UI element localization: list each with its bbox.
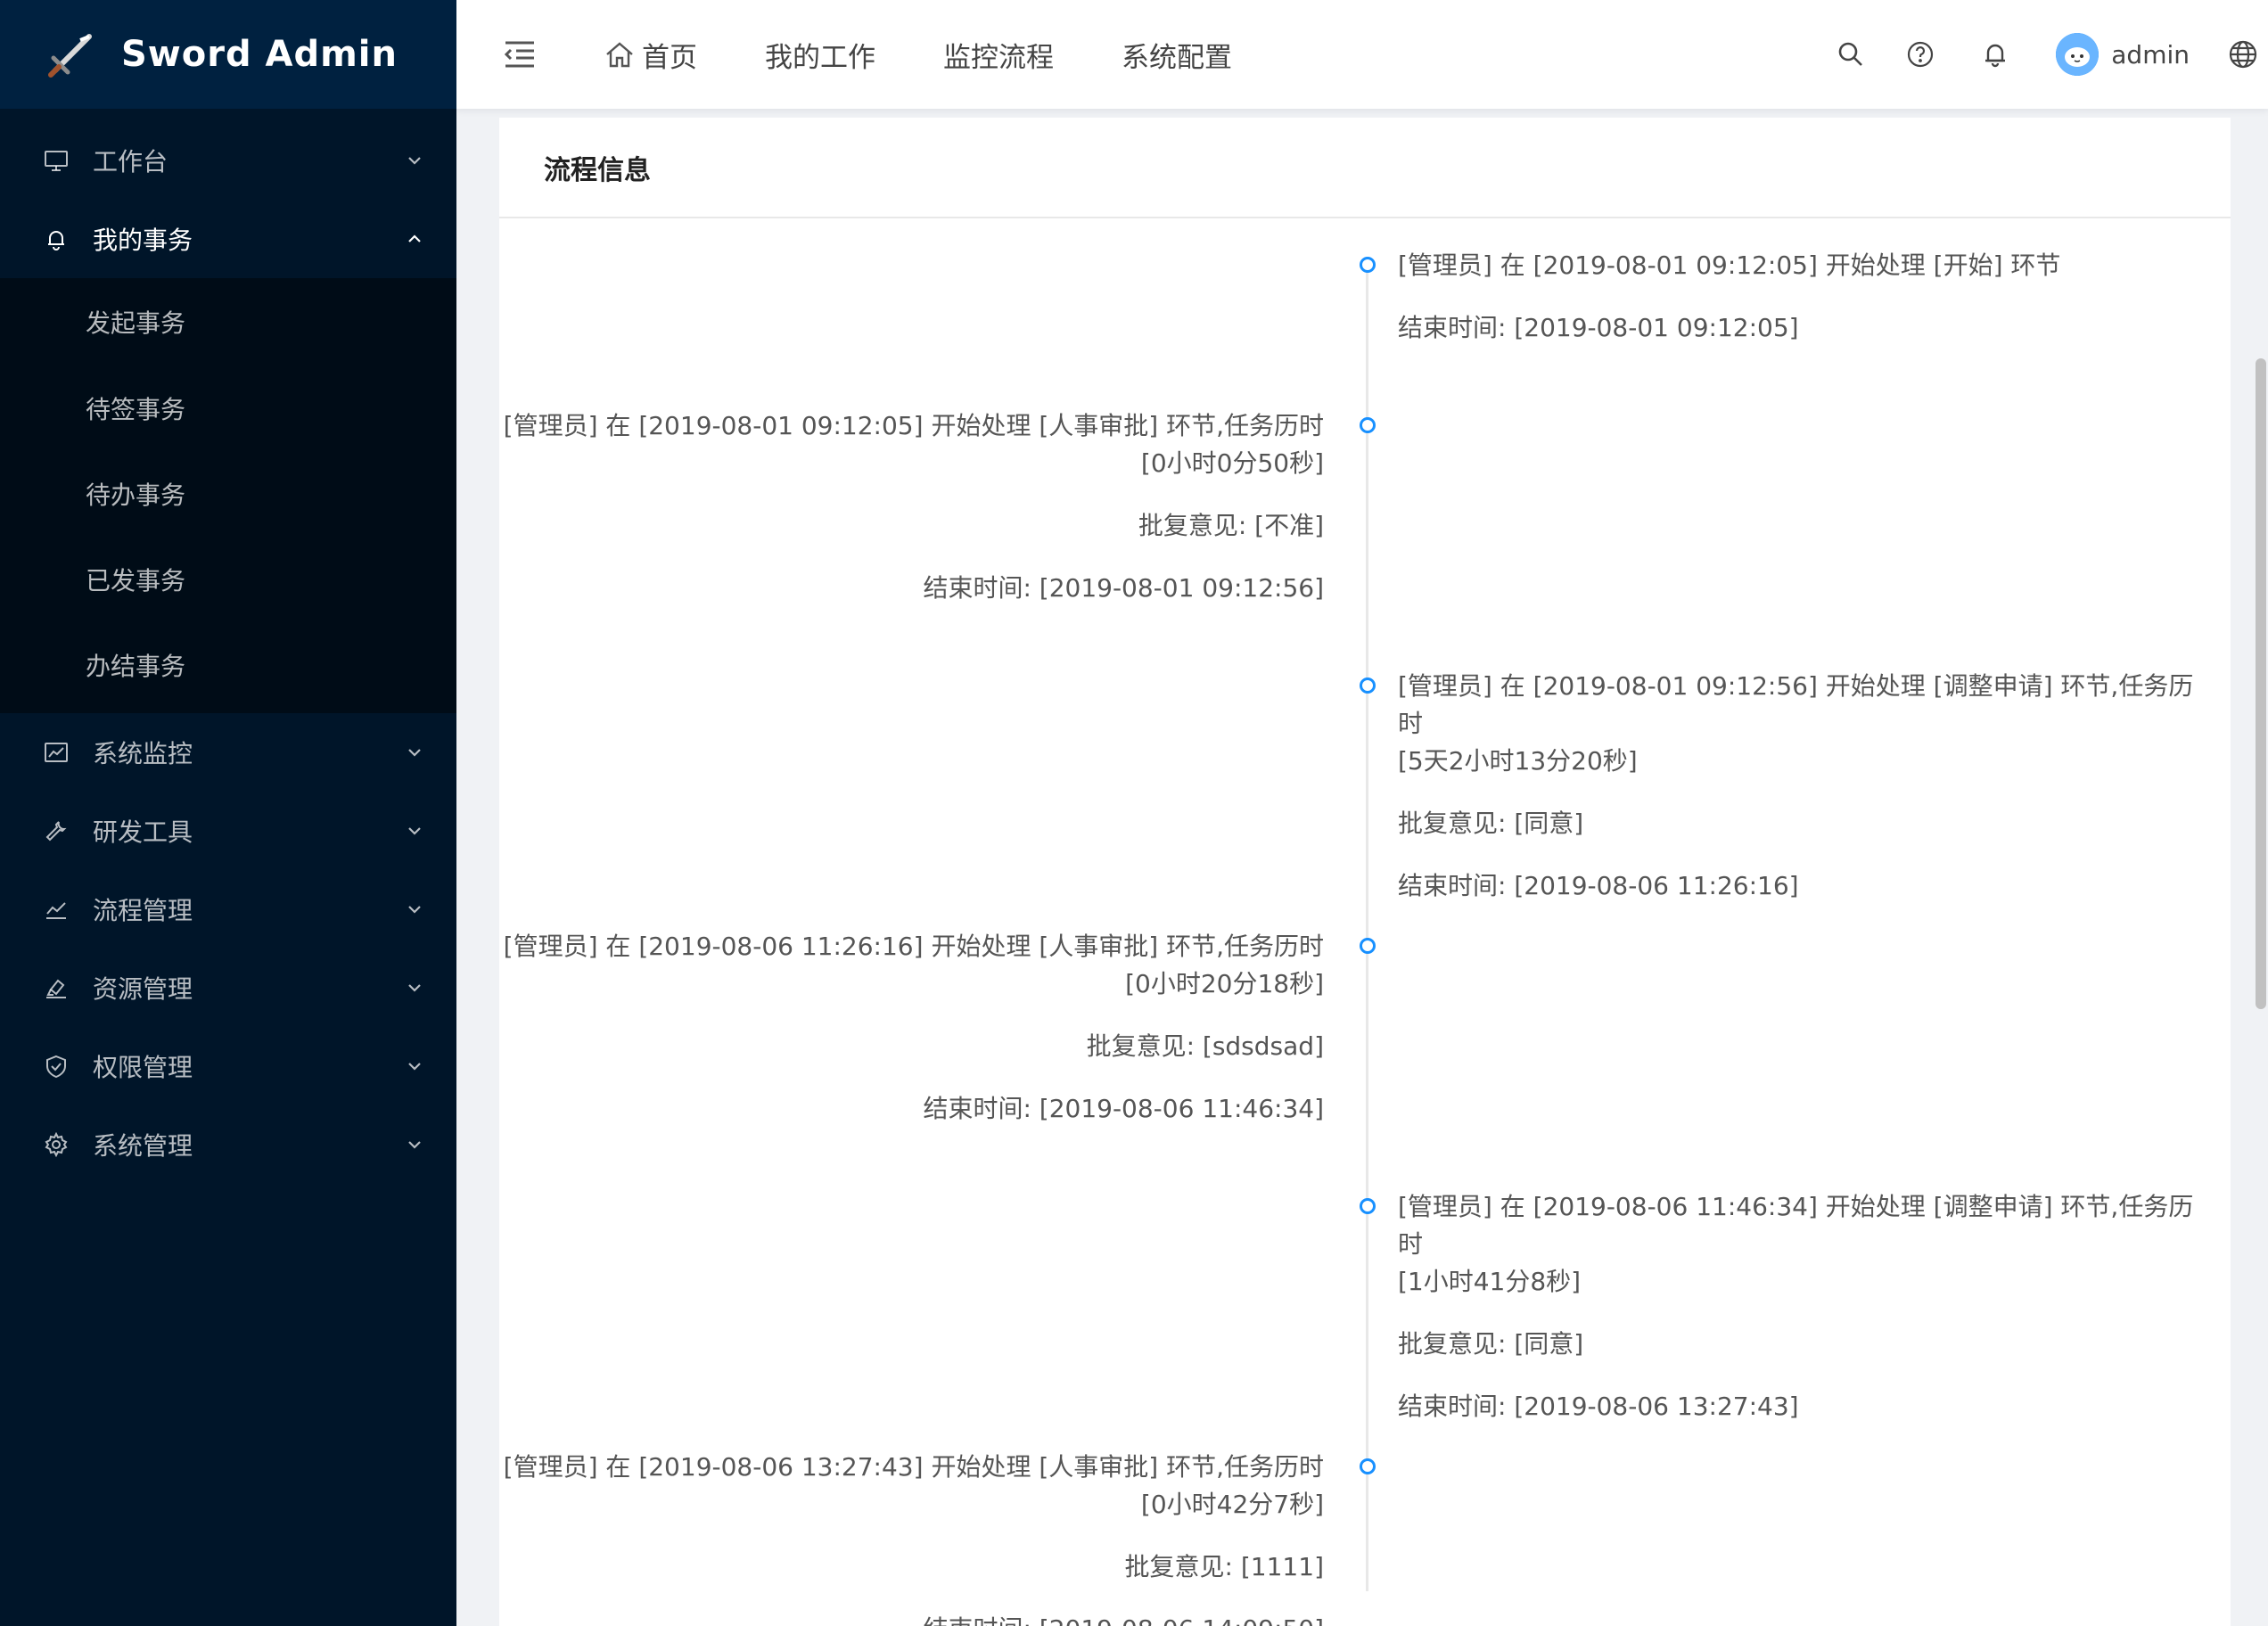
sidebar-item-label: 系统监控	[93, 739, 193, 768]
timeline-item-end-time: 结束时间: [2019-08-06 11:26:16]	[1398, 871, 1799, 900]
timeline-item-text: [管理员] 在 [2019-08-01 09:12:05] 开始处理 [开始] …	[1398, 250, 2061, 280]
sidebar-item-label: 资源管理	[93, 974, 193, 1004]
avatar[interactable]	[2056, 33, 2100, 76]
nav-home-label: 首页	[642, 41, 697, 74]
sidebar-subitem-initiate[interactable]: 发起事务	[0, 278, 456, 365]
top-header: 首页 我的工作 监控流程 系统配置 admin	[456, 0, 2268, 109]
chevron-down-icon	[405, 821, 424, 841]
timeline-item-duration: [0小时42分7秒]	[1140, 1490, 1324, 1519]
logo[interactable]: Sword Admin	[0, 0, 456, 109]
nav-system-config[interactable]: 系统配置	[1122, 35, 1232, 75]
timeline-dot	[1360, 1458, 1376, 1474]
process-timeline: [管理员] 在 [2019-08-01 09:12:05] 开始处理 [开始] …	[499, 218, 2231, 1626]
search-icon[interactable]	[1833, 37, 1869, 72]
timeline-axis	[1366, 272, 1368, 1591]
timeline-item-opinion: 批复意见: [同意]	[1398, 1329, 1584, 1359]
timeline-item-end-time: 结束时间: [2019-08-06 14:09:50]	[499, 1611, 1324, 1626]
timeline-dot	[1360, 938, 1376, 954]
sidebar-item-monitor[interactable]: 系统监控	[0, 713, 456, 792]
chevron-down-icon	[405, 151, 424, 170]
timeline-dot	[1360, 417, 1376, 433]
bell-icon	[41, 224, 71, 254]
timeline-dot	[1360, 1198, 1376, 1214]
timeline-item: [管理员] 在 [2019-08-06 11:46:34] 开始处理 [调整申请…	[1398, 1188, 2218, 1425]
tool-icon	[41, 816, 71, 846]
timeline-item: [管理员] 在 [2019-08-06 11:26:16] 开始处理 [人事审批…	[499, 928, 1324, 1128]
timeline-item-duration: [1小时41分8秒]	[1398, 1267, 1582, 1296]
question-icon[interactable]	[1902, 37, 1938, 72]
sidebar-item-process-mgmt[interactable]: 流程管理	[0, 870, 456, 948]
timeline-item-duration: [5天2小时13分20秒]	[1398, 746, 1638, 776]
sidebar-item-resource-mgmt[interactable]: 资源管理	[0, 948, 456, 1027]
fund-icon	[41, 737, 71, 768]
timeline-item-opinion: 批复意见: [不准]	[1138, 511, 1324, 540]
desktop-icon	[41, 145, 71, 176]
sidebar-item-label: 流程管理	[93, 896, 193, 925]
timeline-item: [管理员] 在 [2019-08-01 09:12:05] 开始处理 [开始] …	[1398, 247, 2218, 347]
timeline-item-end-time: 结束时间: [2019-08-06 11:46:34]	[923, 1094, 1324, 1123]
card-title: 流程信息	[544, 154, 651, 186]
sidebar-item-label: 研发工具	[93, 817, 193, 847]
home-icon	[606, 42, 633, 68]
sidebar-item-dev-tools[interactable]: 研发工具	[0, 792, 456, 870]
sidebar-item-system-mgmt[interactable]: 系统管理	[0, 1105, 456, 1184]
page-scrollbar[interactable]	[2256, 358, 2266, 1009]
timeline-item-duration: [0小时0分50秒]	[1140, 448, 1324, 478]
timeline-item-opinion: 批复意见: [1111]	[1124, 1552, 1324, 1581]
header-actions: admin	[1833, 0, 2268, 109]
timeline-item-opinion: 批复意见: [同意]	[1398, 809, 1584, 838]
nav-my-work[interactable]: 我的工作	[765, 35, 875, 75]
timeline-item-text: [管理员] 在 [2019-08-06 13:27:43] 开始处理 [人事审批…	[503, 1452, 1324, 1482]
timeline-item-end-time: 结束时间: [2019-08-06 13:27:43]	[1398, 1392, 1799, 1421]
sidebar-item-my-affairs[interactable]: 我的事务	[0, 200, 456, 278]
safety-icon	[41, 1051, 71, 1081]
timeline-dot	[1360, 257, 1376, 273]
submenu-my-affairs: 发起事务 待签事务 待办事务 已发事务 办结事务	[0, 278, 456, 713]
timeline-item-opinion: 批复意见: [sdsdsad]	[1086, 1031, 1324, 1061]
stock-icon	[41, 894, 71, 924]
timeline-item: [管理员] 在 [2019-08-01 09:12:56] 开始处理 [调整申请…	[1398, 668, 2218, 905]
highlight-icon	[41, 973, 71, 1003]
nav-home[interactable]: 首页	[604, 35, 697, 75]
sidebar-item-label: 工作台	[93, 147, 168, 177]
card-header: 流程信息	[499, 118, 2231, 218]
chevron-up-icon	[405, 229, 424, 249]
sidebar-subitem-todo[interactable]: 待办事务	[0, 451, 456, 537]
sidebar-subitem-done[interactable]: 办结事务	[0, 622, 456, 708]
menu-fold-icon[interactable]	[497, 32, 542, 77]
sidebar-subitem-to-sign[interactable]: 待签事务	[0, 365, 456, 451]
chevron-down-icon	[405, 899, 424, 919]
timeline-dot	[1360, 678, 1376, 694]
timeline-item-text: [管理员] 在 [2019-08-06 11:46:34] 开始处理 [调整申请…	[1398, 1192, 2194, 1259]
sidebar-item-permission-mgmt[interactable]: 权限管理	[0, 1027, 456, 1105]
setting-icon	[41, 1129, 71, 1160]
chevron-down-icon	[405, 743, 424, 762]
sidebar-item-workbench[interactable]: 工作台	[0, 121, 456, 200]
chevron-down-icon	[405, 1056, 424, 1076]
timeline-item-text: [管理员] 在 [2019-08-06 11:26:16] 开始处理 [人事审批…	[503, 932, 1324, 961]
sidebar-item-label: 系统管理	[93, 1131, 193, 1161]
chevron-down-icon	[405, 1135, 424, 1154]
process-info-card: 流程信息 [管理员] 在 [2019-08-01 09:12:05] 开始处理 …	[499, 118, 2231, 1626]
nav-monitor-process[interactable]: 监控流程	[943, 35, 1054, 75]
timeline-item: [管理员] 在 [2019-08-06 13:27:43] 开始处理 [人事审批…	[499, 1449, 1324, 1626]
app-name: Sword Admin	[121, 34, 398, 75]
timeline-item-text: [管理员] 在 [2019-08-01 09:12:56] 开始处理 [调整申请…	[1398, 671, 2194, 738]
timeline-item-text: [管理员] 在 [2019-08-01 09:12:05] 开始处理 [人事审批…	[503, 411, 1324, 440]
timeline-item-end-time: 结束时间: [2019-08-01 09:12:56]	[923, 573, 1324, 603]
timeline-item-end-time: 结束时间: [2019-08-01 09:12:05]	[1398, 313, 1799, 342]
sidebar: Sword Admin 工作台 我的事务 发起事务 待签事务 待办事务 已发事务…	[0, 0, 456, 1626]
sidebar-item-label: 权限管理	[93, 1053, 193, 1082]
sword-icon	[45, 28, 98, 81]
globe-icon[interactable]	[2225, 37, 2261, 72]
sidebar-item-label: 我的事务	[93, 226, 193, 255]
sidebar-menu: 工作台 我的事务 发起事务 待签事务 待办事务 已发事务 办结事务 系统监控 研…	[0, 121, 456, 1184]
bell-icon[interactable]	[1977, 37, 2013, 72]
sidebar-subitem-sent[interactable]: 已发事务	[0, 537, 456, 622]
timeline-item-duration: [0小时20分18秒]	[1125, 969, 1324, 998]
timeline-item: [管理员] 在 [2019-08-01 09:12:05] 开始处理 [人事审批…	[499, 407, 1324, 607]
top-nav: 首页 我的工作 监控流程 系统配置	[604, 35, 1300, 75]
chevron-down-icon	[405, 978, 424, 998]
user-name[interactable]: admin	[2111, 40, 2190, 70]
